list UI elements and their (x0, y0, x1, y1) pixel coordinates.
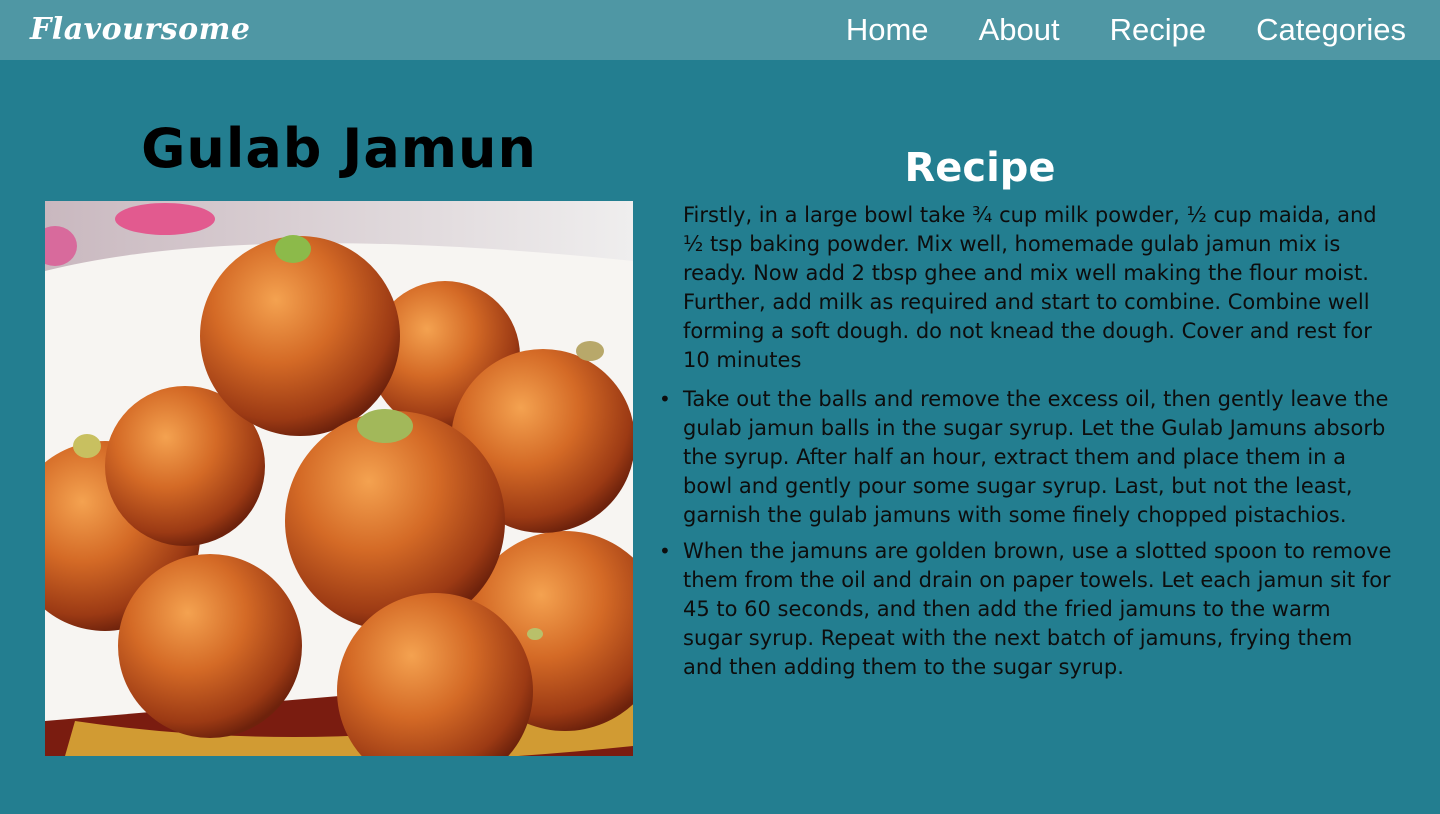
recipe-heading: Recipe (904, 145, 1056, 191)
dish-photo (45, 201, 633, 756)
top-navbar: Flavoursome Home About Recipe Categories (0, 0, 1440, 60)
bullet-icon: • (659, 387, 671, 411)
nav-link-recipe[interactable]: Recipe (1110, 0, 1207, 60)
recipe-intro: Firstly, in a large bowl take ¾ cup milk… (683, 203, 1377, 372)
recipe-steps-list: • Take out the balls and remove the exce… (659, 385, 1403, 682)
nav-link-categories[interactable]: Categories (1256, 0, 1406, 60)
recipe-step-text: Take out the balls and remove the excess… (683, 387, 1389, 527)
nav-menu: Home About Recipe Categories (846, 0, 1406, 60)
nav-link-home[interactable]: Home (846, 0, 929, 60)
brand-logo[interactable]: Flavoursome (30, 9, 250, 51)
recipe-step-text: When the jamuns are golden brown, use a … (683, 539, 1392, 679)
nav-link-about[interactable]: About (979, 0, 1060, 60)
gulab-jamun-illustration (45, 201, 633, 756)
recipe-step: • When the jamuns are golden brown, use … (659, 537, 1395, 682)
recipe-step: • Take out the balls and remove the exce… (659, 385, 1395, 530)
bullet-icon: • (659, 539, 671, 563)
dish-title: Gulab Jamun (141, 117, 537, 180)
recipe-body: Firstly, in a large bowl take ¾ cup milk… (659, 201, 1403, 689)
